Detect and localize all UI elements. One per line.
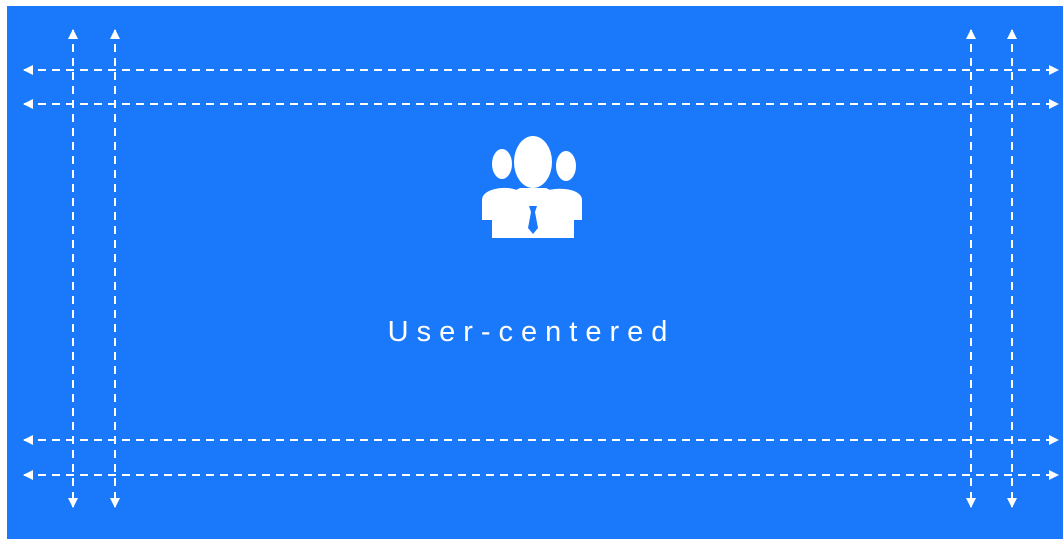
dashed-arrow-guides bbox=[23, 29, 1059, 508]
caption-label: User-centered bbox=[387, 316, 676, 348]
users-group-icon bbox=[478, 136, 586, 238]
